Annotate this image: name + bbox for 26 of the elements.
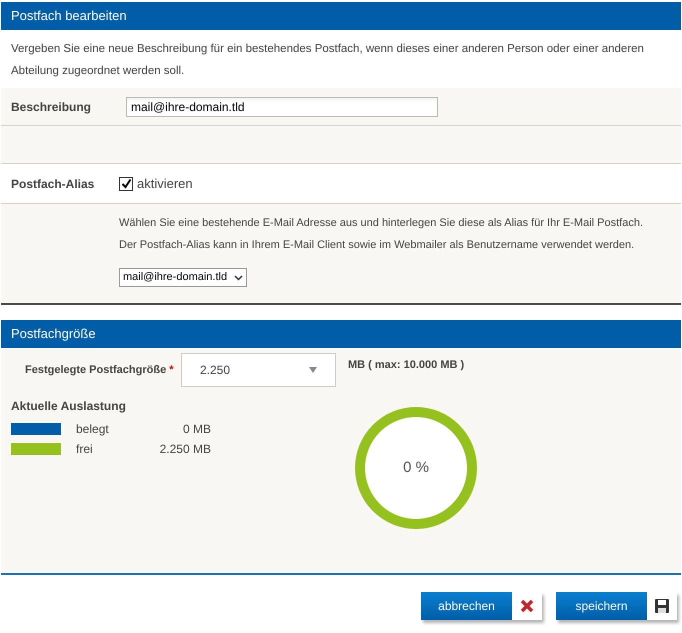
field-label: Postfach-Alias xyxy=(10,176,96,192)
save-button[interactable]: speichern xyxy=(556,592,647,620)
checkbox[interactable] xyxy=(119,176,133,190)
description-field[interactable]: mail@ihre-domain.tld xyxy=(126,96,438,116)
section-header: Postfach bearbeiten xyxy=(1,2,681,30)
legend-label: belegt xyxy=(76,421,110,438)
usage-percent: 0 % xyxy=(402,458,430,478)
field-label: Festgelegte Postfachgröße * xyxy=(24,362,175,378)
section-header: Postfachgröße xyxy=(1,320,681,348)
legend-label: frei xyxy=(76,441,94,458)
close-icon[interactable] xyxy=(520,599,534,613)
caret-icon xyxy=(309,367,317,373)
cancel-button[interactable]: abbrechen xyxy=(421,592,512,620)
field-label: Beschreibung xyxy=(10,98,92,116)
size-select[interactable]: 2.250 xyxy=(181,353,336,387)
legend-value: 0 MB xyxy=(182,421,211,438)
help-text: Wählen Sie eine bestehende E-Mail Adresse aus und hinterlegen Sie diese als Alias für Ihr E-Mail Postfach. xyxy=(119,216,644,231)
intro-text: Vergeben Sie eine neue Beschreibung für ein bestehendes Postfach, wenn dieses einer anderen Person oder einer anderen Abteilung zugeordnet werden soll. xyxy=(10,42,645,79)
checkbox-label: aktivieren xyxy=(137,174,193,193)
size-unit: MB ( max: 10.000 MB ) xyxy=(348,358,464,373)
help-text: Der Postfach-Alias kann in Ihrem E-Mail Client sowie im Webmailer als Benutzername verwendet werden. xyxy=(119,238,636,253)
alias-select[interactable]: mail@ihre-domain.tld xyxy=(119,268,247,287)
legend-value: 2.250 MB xyxy=(158,441,211,458)
usage-title: Aktuelle Auslastung xyxy=(11,398,127,415)
check-icon xyxy=(120,178,132,189)
chevron-down-icon xyxy=(234,274,243,280)
